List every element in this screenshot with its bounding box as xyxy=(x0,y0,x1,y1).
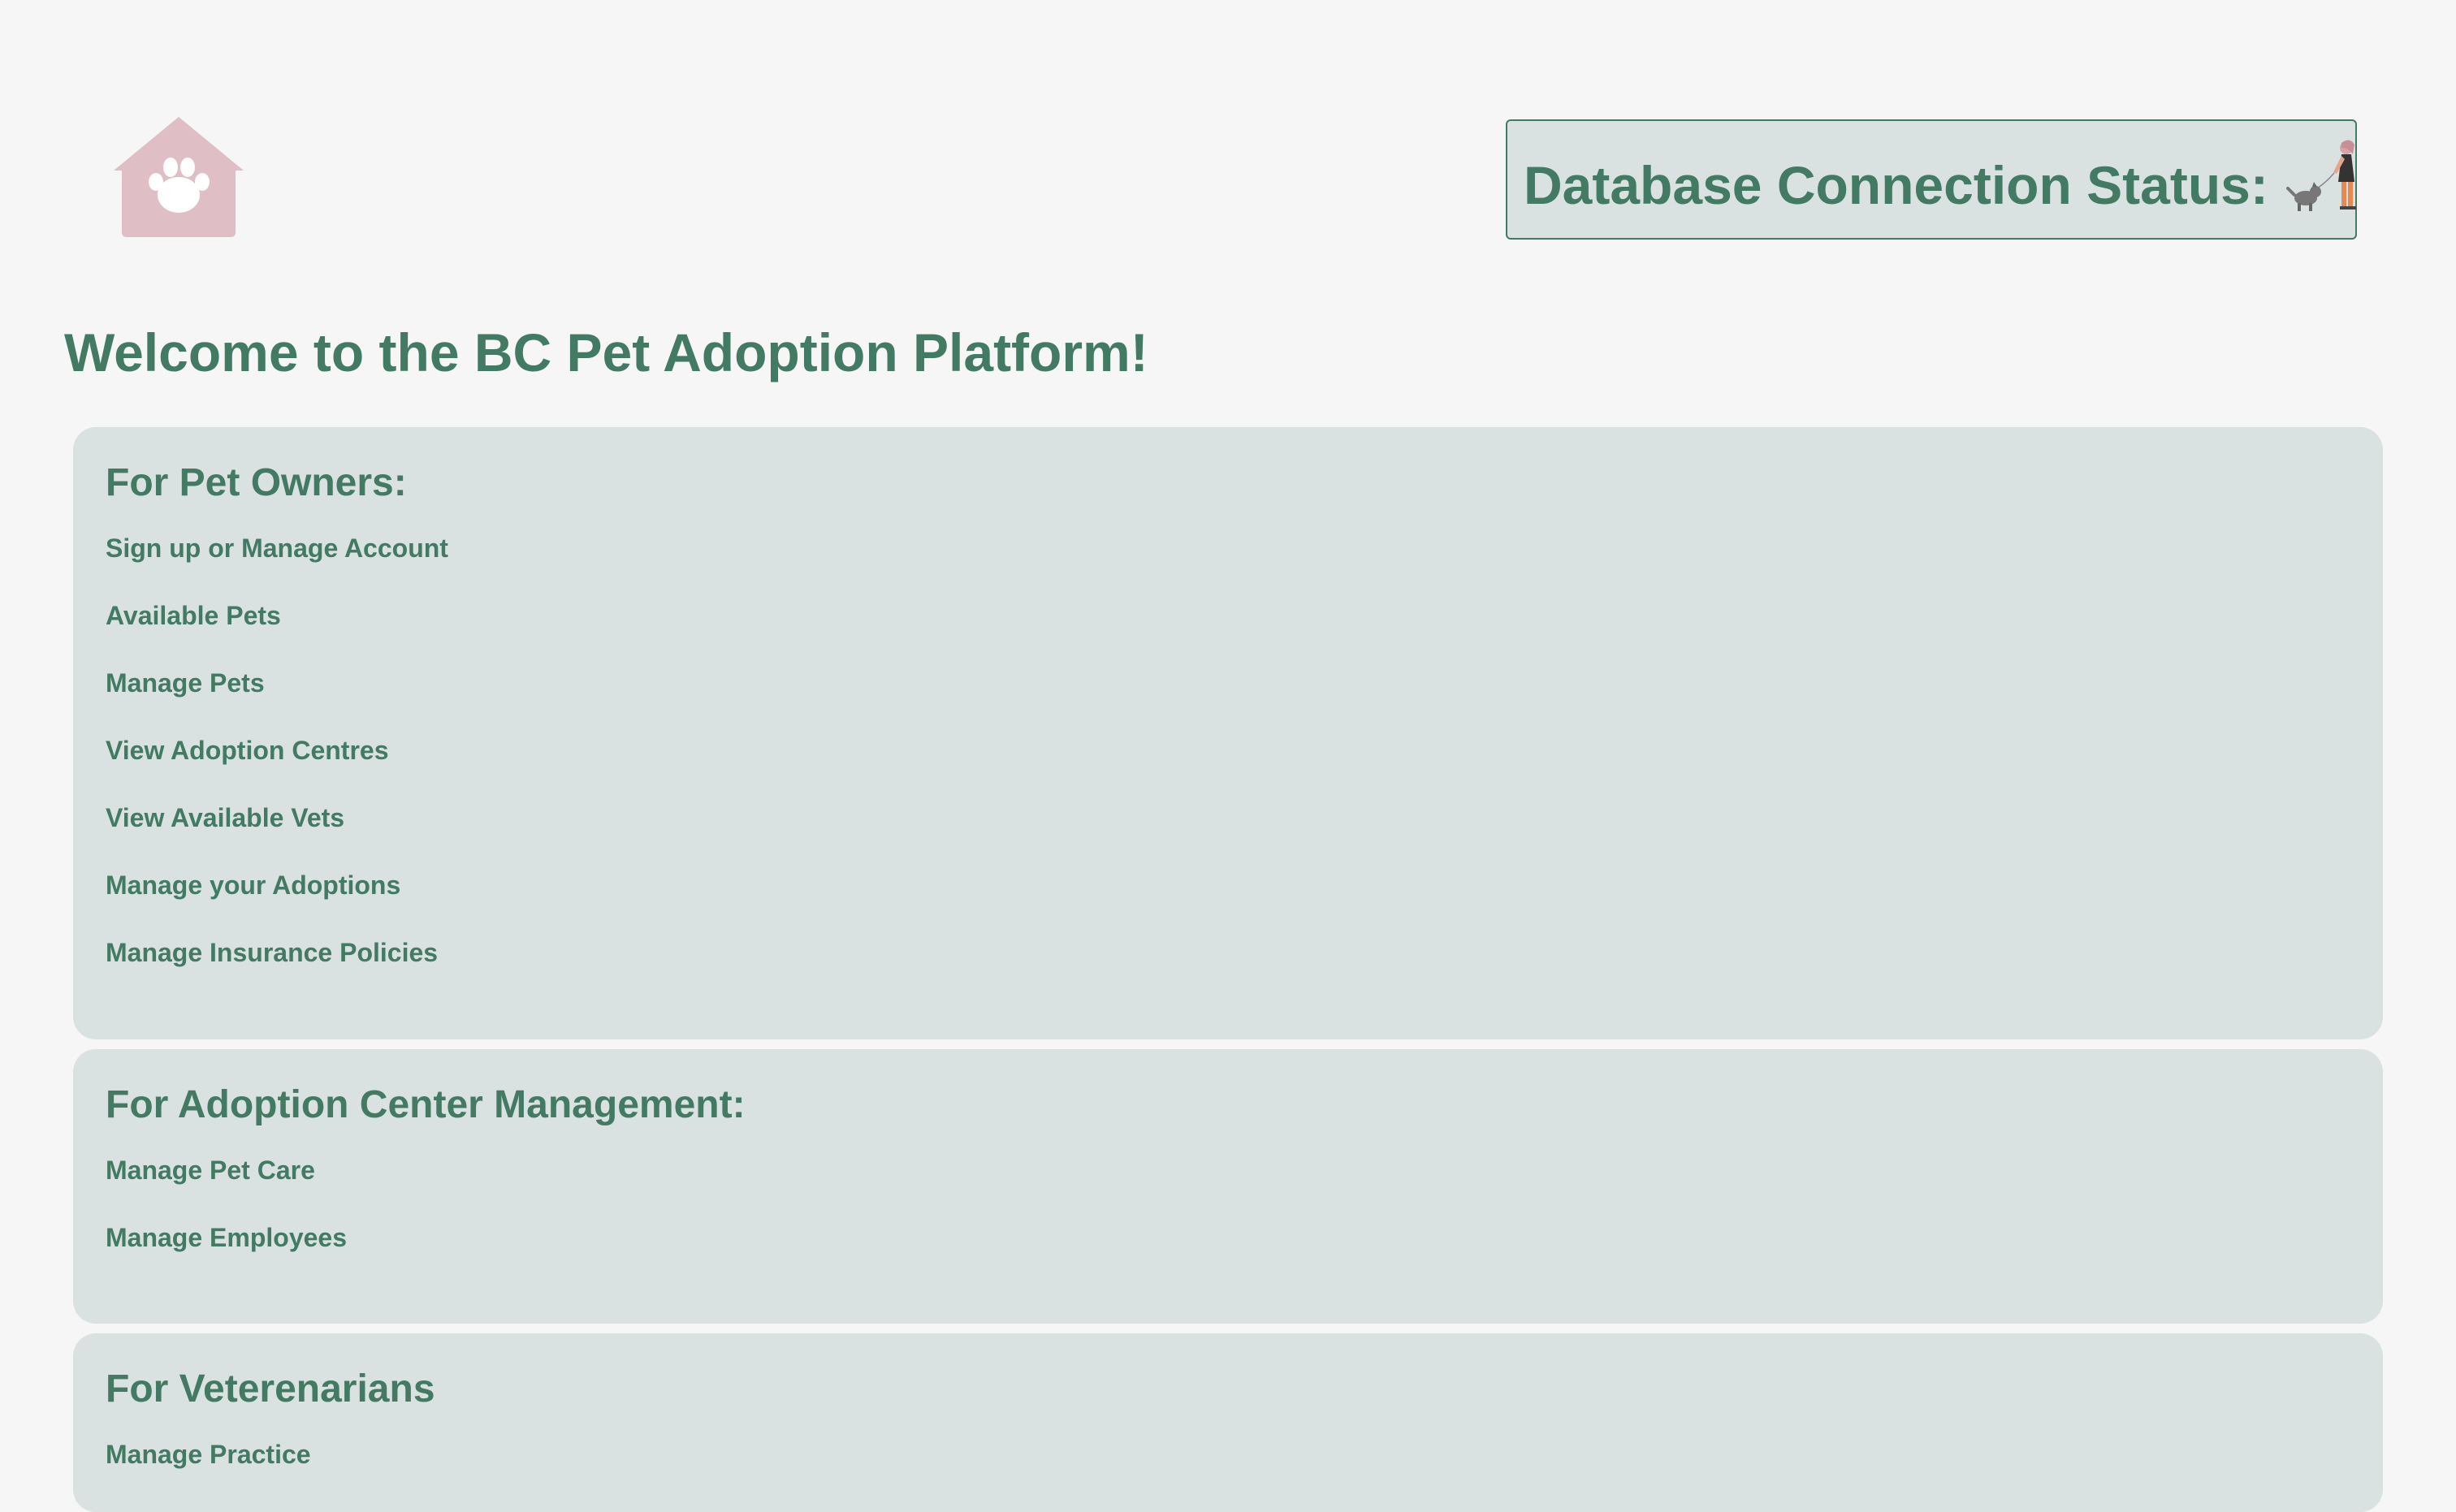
pet-owners-section: For Pet Owners: Sign up or Manage Accoun… xyxy=(73,427,2383,1039)
veterinarians-section: For Veterenarians Manage Practice xyxy=(73,1333,2383,1512)
adoption-center-management-section: For Adoption Center Management: Manage P… xyxy=(73,1049,2383,1324)
manage-adoptions-link[interactable]: Manage your Adoptions xyxy=(106,870,2350,901)
manage-pets-link[interactable]: Manage Pets xyxy=(106,667,2350,698)
view-available-vets-link[interactable]: View Available Vets xyxy=(106,802,2350,833)
manage-employees-link[interactable]: Manage Employees xyxy=(106,1222,2350,1253)
adoption-center-management-heading: For Adoption Center Management: xyxy=(106,1083,746,1126)
paw-house-logo-icon[interactable] xyxy=(114,117,244,239)
sign-up-manage-account-link[interactable]: Sign up or Manage Account xyxy=(106,533,2350,564)
manage-pet-care-link[interactable]: Manage Pet Care xyxy=(106,1155,2350,1186)
manage-insurance-policies-link[interactable]: Manage Insurance Policies xyxy=(106,937,2350,968)
person-walking-dog-icon xyxy=(2285,136,2359,214)
page-title: Welcome to the BC Pet Adoption Platform! xyxy=(64,322,1148,382)
available-pets-link[interactable]: Available Pets xyxy=(106,600,2350,631)
manage-practice-link[interactable]: Manage Practice xyxy=(106,1439,2350,1470)
pet-owners-heading: For Pet Owners: xyxy=(106,461,407,504)
database-status-label: Database Connection Status: xyxy=(1524,155,2268,215)
database-status-panel: Database Connection Status: xyxy=(1506,119,2357,240)
veterinarians-heading: For Veterenarians xyxy=(106,1367,435,1410)
view-adoption-centres-link[interactable]: View Adoption Centres xyxy=(106,735,2350,766)
